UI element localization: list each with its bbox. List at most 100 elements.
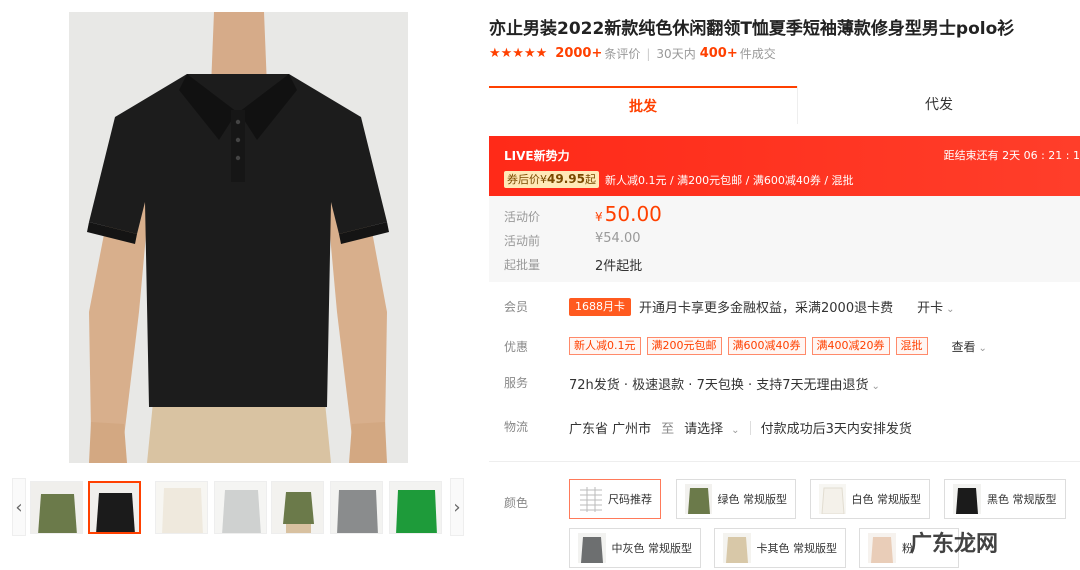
thumbnail-image — [90, 483, 139, 532]
chevron-down-icon: ⌄ — [978, 342, 987, 354]
product-title: 亦止男装2022新款纯色休闲翻领T恤夏季短袖薄款修身型男士polo衫 — [489, 19, 1015, 39]
promo-countdown: 距结束还有 2天 06 : 21 : 1 — [943, 149, 1080, 162]
monthly-card-badge[interactable]: 1688月卡 — [569, 297, 631, 316]
color-option-mid-grey[interactable]: 中灰色 常规版型 — [569, 528, 701, 568]
thumbnail-image — [390, 482, 441, 533]
swatch-shirt — [723, 533, 751, 563]
thumbnail-image — [31, 482, 82, 533]
member-row: 1688月卡 开通月卡享更多金融权益，采满2000退卡费 开卡 ⌄ — [569, 297, 955, 316]
active-price: ¥50.00 — [595, 202, 662, 226]
thumbnail-5[interactable] — [271, 481, 324, 534]
color-option-black[interactable]: 黑色 常规版型 — [944, 479, 1066, 519]
polo-shirt-photo — [69, 12, 408, 463]
chevron-down-icon: ⌄ — [731, 425, 740, 436]
active-price-label: 活动价 — [504, 210, 541, 224]
destination-placeholder: 请选择 — [684, 422, 724, 437]
thumb-shirt — [283, 492, 314, 524]
section-divider — [489, 461, 1080, 462]
swatch-shirt — [578, 533, 606, 563]
view-more-discounts[interactable]: 查看 ⌄ — [952, 338, 987, 355]
service-text[interactable]: 72h发货 · 极速退款 · 7天包换 · 支持7天无理由退货 ⌄ — [569, 374, 880, 393]
thumbnail-image — [156, 482, 207, 533]
thumb-shirt — [38, 494, 77, 533]
view-more-label: 查看 — [951, 339, 976, 354]
divider — [749, 420, 751, 435]
logistics-row: 广东省 广州市 至 请选择 ⌄ 付款成功后3天内安排发货 — [569, 418, 912, 437]
color-option-khaki[interactable]: 卡其色 常规版型 — [714, 528, 846, 568]
thumb-shirt — [337, 490, 378, 533]
swatch-fill — [871, 537, 893, 563]
price-box: 活动价 ¥50.00 活动前 ¥54.00 起批量 2件起批 — [489, 196, 1080, 282]
sold-suffix: 件成交 — [739, 47, 776, 61]
thumbnail-image — [331, 482, 382, 533]
thumbnail-7[interactable] — [389, 481, 442, 534]
discount-label: 优惠 — [504, 340, 529, 354]
watermark-text: 广东龙网 — [910, 532, 999, 557]
sold-prefix: 30天内 — [656, 47, 696, 61]
service-label: 服务 — [504, 376, 529, 390]
swatch-shirt — [868, 533, 896, 563]
size-chart-icon — [578, 484, 602, 514]
coupon-price: 49.95 — [547, 172, 585, 186]
color-option-name: 卡其色 常规版型 — [756, 542, 838, 555]
color-swatch — [685, 484, 712, 514]
thumbnail-4[interactable] — [214, 481, 267, 534]
review-label[interactable]: 条评价 — [604, 45, 640, 62]
color-option-size-guide[interactable]: 尺码推荐 — [569, 479, 661, 519]
ship-to-word: 至 — [661, 422, 675, 437]
open-card-link[interactable]: 开卡 ⌄ — [917, 297, 954, 316]
thumb-next-arrow-icon[interactable]: › — [450, 478, 464, 536]
thumb-shirt — [96, 493, 135, 532]
thumbnail-6[interactable] — [330, 481, 383, 534]
thumbnail-1[interactable] — [30, 481, 83, 534]
moq-value: 2件起批 — [595, 259, 643, 274]
coupon-suffix: 起 — [584, 173, 596, 186]
color-option-name: 绿色 常规版型 — [717, 493, 788, 506]
color-option-green[interactable]: 绿色 常规版型 — [676, 479, 796, 519]
sold-count: 400+ — [699, 46, 738, 61]
currency-symbol: ¥ — [595, 210, 603, 224]
size-chart-graphic — [578, 484, 602, 514]
color-option-name: 白色 常规版型 — [851, 493, 922, 506]
tab-wholesale[interactable]: 批发 — [489, 86, 797, 124]
thumb-shirt — [162, 488, 203, 533]
tab-dropship[interactable]: 代发 — [797, 86, 1080, 124]
swatch-fill — [726, 537, 748, 563]
color-option-name: 尺码推荐 — [608, 493, 652, 506]
coupon-row: 券后价¥49.95起 新人减0.1元 / 满200元包邮 / 满600减40券 … — [504, 171, 854, 188]
discount-tag[interactable]: 满400减20券 — [811, 337, 890, 355]
main-product-image[interactable] — [69, 12, 408, 463]
member-label: 会员 — [504, 300, 529, 314]
promo-title: LIVE新势力 — [504, 149, 570, 163]
thumbnail-3[interactable] — [155, 481, 208, 534]
before-price: ¥54.00 — [595, 231, 641, 246]
thumb-shirt — [222, 490, 261, 533]
discount-tag[interactable]: 满600减40券 — [727, 337, 806, 355]
swatch-fill — [956, 488, 978, 514]
destination-select[interactable]: 请选择 ⌄ — [684, 418, 739, 437]
open-card-label: 开卡 — [917, 301, 944, 316]
discount-tag[interactable]: 混批 — [895, 337, 928, 355]
color-swatch — [953, 484, 981, 514]
thumbnail-image — [215, 482, 266, 533]
swatch-fill — [581, 537, 603, 563]
thumb-prev-arrow-icon[interactable]: ‹ — [12, 478, 26, 536]
thumb-shirt — [396, 490, 437, 533]
color-label: 颜色 — [504, 496, 529, 510]
color-option-white[interactable]: 白色 常规版型 — [810, 479, 930, 519]
review-count[interactable]: 2000+ — [555, 46, 602, 61]
color-option-name: 中灰色 常规版型 — [611, 542, 693, 555]
swatch-fill — [821, 487, 845, 514]
discount-tag[interactable]: 满200元包邮 — [646, 337, 722, 355]
swatch-fill — [688, 488, 710, 514]
thumbnail-image — [272, 482, 323, 533]
thumbnail-2[interactable] — [88, 481, 141, 534]
member-benefit-text: 开通月卡享更多金融权益，采满2000退卡费 — [639, 301, 894, 316]
shipping-note: 付款成功后3天内安排发货 — [760, 422, 912, 437]
discount-tag[interactable]: 新人减0.1元 — [569, 337, 641, 355]
coupon-description: 新人减0.1元 / 满200元包邮 / 满600减40券 / 混批 — [604, 173, 854, 187]
purchase-mode-tabs: 批发 代发 — [489, 86, 1080, 124]
discount-tags: 新人减0.1元 满200元包邮 满600减40券 满400减20券 混批 查看 ⌄ — [569, 337, 987, 355]
rating-stars-icon: ★★★★★ — [489, 46, 548, 61]
color-swatch — [578, 533, 606, 563]
